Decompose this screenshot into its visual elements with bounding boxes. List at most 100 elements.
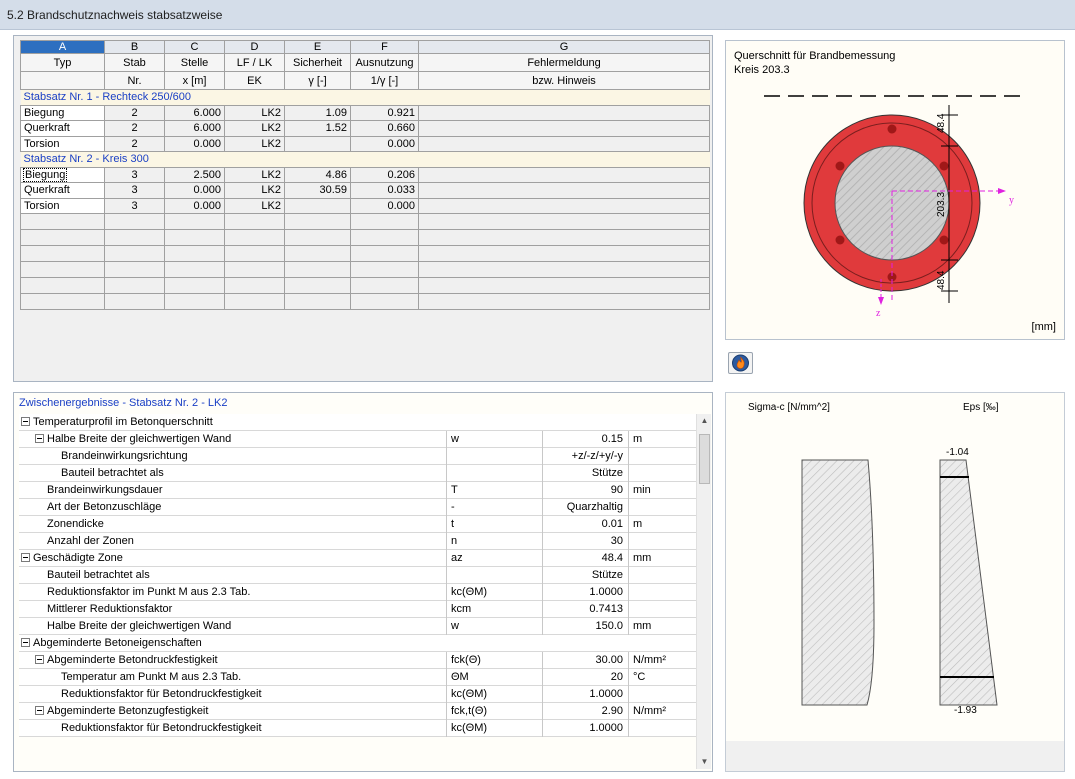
cell-hinweis[interactable] [418, 197, 710, 214]
scrollbar-thumb[interactable] [699, 434, 710, 484]
column-letter-b[interactable]: B [104, 40, 165, 54]
empty-cell[interactable] [104, 213, 165, 230]
cell-sicherheit[interactable]: 30.59 [284, 182, 351, 199]
tree-row[interactable]: Reduktionsfaktor im Punkt M aus 2.3 Tab.… [19, 584, 698, 601]
tree-row[interactable]: Geschädigte Zone aᴢ 48.4 mm [19, 550, 698, 567]
tree-row[interactable]: Temperatur am Punkt M aus 2.3 Tab. ΘM 20 °C [19, 669, 698, 686]
empty-cell[interactable] [350, 293, 419, 310]
cell-lk[interactable]: LK2 [224, 120, 285, 137]
cell-ausnutzung[interactable]: 0.206 [350, 166, 419, 183]
cell-typ[interactable]: Torsion [20, 135, 105, 152]
empty-cell[interactable] [224, 261, 285, 278]
cell-stab[interactable]: 2 [104, 120, 165, 137]
tree-row[interactable]: Halbe Breite der gleichwertigen Wand w 0.1… [19, 431, 698, 448]
cell-ausnutzung[interactable]: 0.033 [350, 182, 419, 199]
cell-typ[interactable]: Torsion [20, 197, 105, 214]
group-label[interactable]: Stabsatz Nr. 2 - Kreis 300 [20, 151, 710, 168]
cell-stab[interactable]: 3 [104, 182, 165, 199]
cell-stelle[interactable]: 0.000 [164, 135, 225, 152]
empty-cell[interactable] [104, 293, 165, 310]
empty-cell[interactable] [284, 245, 351, 262]
tree-row[interactable]: Brandeinwirkungsdauer T 90 min [19, 482, 698, 499]
collapse-icon[interactable] [21, 638, 30, 647]
cell-sicherheit[interactable]: 1.52 [284, 120, 351, 137]
empty-cell[interactable] [224, 277, 285, 294]
cell-lk[interactable]: LK2 [224, 197, 285, 214]
empty-cell[interactable] [284, 261, 351, 278]
tree-row[interactable]: Zonendicke t 0.01 m [19, 516, 698, 533]
column-letter-g[interactable]: G [418, 40, 710, 54]
tree-row[interactable]: Reduktionsfaktor für Betondruckfestigkei… [19, 686, 698, 703]
empty-cell[interactable] [224, 245, 285, 262]
column-letter-a[interactable]: A [20, 40, 105, 54]
empty-cell[interactable] [164, 245, 225, 262]
cell-typ[interactable]: Biegung [20, 166, 105, 183]
empty-cell[interactable] [164, 293, 225, 310]
cell-hinweis[interactable] [418, 182, 710, 199]
empty-cell[interactable] [224, 293, 285, 310]
tree-row[interactable]: Bauteil betrachtet als Stütze [19, 465, 698, 482]
cell-hinweis[interactable] [418, 135, 710, 152]
empty-cell[interactable] [350, 261, 419, 278]
empty-cell[interactable] [104, 229, 165, 246]
cell-typ[interactable]: Biegung [20, 104, 105, 121]
empty-cell[interactable] [224, 229, 285, 246]
cell-stab[interactable]: 3 [104, 197, 165, 214]
tree-row[interactable]: Mittlerer Reduktionsfaktor kcm 0.7413 [19, 601, 698, 618]
tree-row[interactable]: Abgeminderte Betondruckfestigkeit fck(Θ) 3… [19, 652, 698, 669]
empty-cell[interactable] [104, 245, 165, 262]
empty-cell[interactable] [418, 245, 710, 262]
tree-row[interactable]: Bauteil betrachtet als Stütze [19, 567, 698, 584]
fire-settings-button[interactable] [728, 352, 753, 374]
column-header[interactable]: Typ [20, 53, 105, 72]
group-label[interactable]: Stabsatz Nr. 1 - Rechteck 250/600 [20, 89, 710, 106]
cell-ausnutzung[interactable]: 0.000 [350, 197, 419, 214]
empty-cell[interactable] [284, 213, 351, 230]
cell-lk[interactable]: LK2 [224, 104, 285, 121]
empty-cell[interactable] [350, 213, 419, 230]
empty-cell[interactable] [164, 277, 225, 294]
empty-cell[interactable] [20, 245, 105, 262]
vertical-scrollbar[interactable]: ▲ ▼ [696, 414, 711, 769]
cell-lk[interactable]: LK2 [224, 135, 285, 152]
empty-cell[interactable] [350, 245, 419, 262]
cell-ausnutzung[interactable]: 0.000 [350, 135, 419, 152]
empty-cell[interactable] [350, 229, 419, 246]
tree-row[interactable]: Abgeminderte Betonzugfestigkeit fck,t(Θ) 2… [19, 703, 698, 720]
empty-cell[interactable] [164, 229, 225, 246]
cell-sicherheit[interactable] [284, 197, 351, 214]
empty-cell[interactable] [104, 277, 165, 294]
cell-ausnutzung[interactable]: 0.921 [350, 104, 419, 121]
empty-cell[interactable] [20, 229, 105, 246]
arrow-down-icon[interactable]: ▼ [697, 755, 712, 769]
cell-stelle[interactable]: 6.000 [164, 104, 225, 121]
column-letter-e[interactable]: E [284, 40, 351, 54]
collapse-icon[interactable] [21, 417, 30, 426]
empty-cell[interactable] [418, 229, 710, 246]
column-header[interactable]: Stelle [164, 53, 225, 72]
cell-hinweis[interactable] [418, 120, 710, 137]
empty-cell[interactable] [164, 213, 225, 230]
empty-cell[interactable] [418, 213, 710, 230]
tree-row[interactable]: Art der Betonzuschläge - Quarzhaltig [19, 499, 698, 516]
cell-typ[interactable]: Querkraft [20, 182, 105, 199]
column-letter-d[interactable]: D [224, 40, 285, 54]
cell-stelle[interactable]: 0.000 [164, 197, 225, 214]
results-table[interactable]: A B C D E F G Typ Stab Stelle LF / LK Sicherheit Aus… [20, 40, 710, 310]
column-header[interactable]: Fehlermeldung [418, 53, 710, 72]
collapse-icon[interactable] [35, 655, 44, 664]
empty-cell[interactable] [418, 293, 710, 310]
empty-cell[interactable] [164, 261, 225, 278]
arrow-up-icon[interactable]: ▲ [697, 414, 712, 428]
cell-lk[interactable]: LK2 [224, 166, 285, 183]
empty-cell[interactable] [20, 293, 105, 310]
cell-stab[interactable]: 2 [104, 104, 165, 121]
column-header[interactable]: LF / LK [224, 53, 285, 72]
empty-cell[interactable] [20, 213, 105, 230]
tree-row[interactable]: Temperaturprofil im Betonquerschnitt [19, 414, 698, 431]
cell-typ[interactable]: Querkraft [20, 120, 105, 137]
intermediate-tree[interactable]: Temperaturprofil im Betonquerschnitt Halb… [19, 414, 698, 737]
cell-stab[interactable]: 2 [104, 135, 165, 152]
cell-ausnutzung[interactable]: 0.660 [350, 120, 419, 137]
column-letter-c[interactable]: C [164, 40, 225, 54]
